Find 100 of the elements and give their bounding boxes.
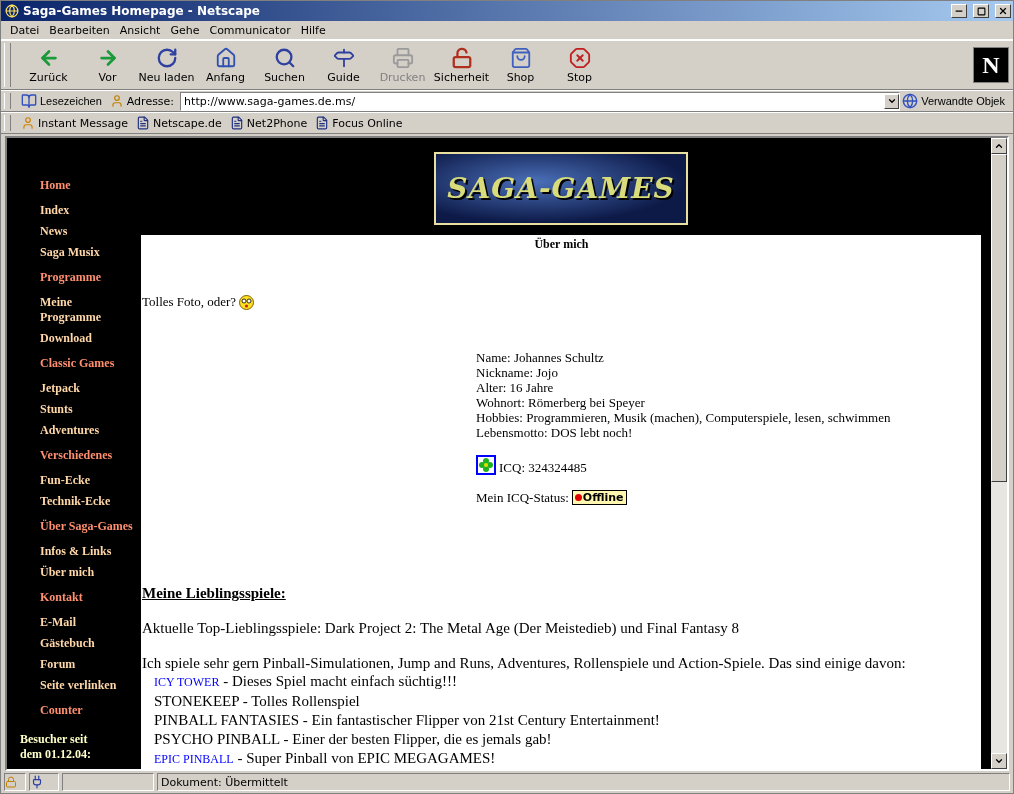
- nav-link[interactable]: Stunts: [40, 402, 136, 417]
- menu-item[interactable]: Hilfe: [295, 23, 331, 37]
- section-heading: Meine Lieblingsspiele:: [142, 585, 287, 602]
- game-link[interactable]: ICY TOWER: [154, 675, 220, 689]
- caret-icon: [886, 96, 897, 106]
- maximize-button[interactable]: [973, 4, 989, 18]
- signpost-icon: [332, 46, 355, 69]
- toolbar-button[interactable]: Sicherheit: [432, 46, 491, 84]
- netscape-logo: N: [973, 47, 1009, 83]
- game-entry: EPIC PINBALL - Super Pinball von EPIC MEGAGAMES!: [154, 749, 497, 768]
- nav-link[interactable]: Gästebuch: [40, 636, 136, 651]
- search-icon: [273, 46, 296, 69]
- scroll-thumb[interactable]: [991, 154, 1007, 482]
- reload-icon: [155, 46, 178, 69]
- bookmarks-button[interactable]: Lesezeichen: [19, 93, 110, 109]
- profile-line: Nickname: Jojo: [476, 365, 559, 380]
- nav-link[interactable]: Classic Games: [40, 352, 136, 375]
- toolbar-button[interactable]: Suchen: [255, 46, 314, 84]
- menu-item[interactable]: Gehe: [165, 23, 205, 37]
- profile-line: Wohnort: Römerberg bei Speyer: [476, 395, 646, 410]
- nav-link[interactable]: News: [40, 224, 136, 239]
- status-text: Dokument: Übermittelt: [160, 775, 288, 789]
- toolbar-button[interactable]: Shop: [491, 46, 550, 84]
- photo-caption: Tolles Foto, oder?: [142, 294, 237, 310]
- bookmark-button[interactable]: Netscape.de: [134, 116, 228, 130]
- shopping-bag-icon: [509, 46, 532, 69]
- profile-line: Name: Johannes Schultz: [476, 350, 605, 365]
- printer-icon: [391, 46, 414, 69]
- visitor-counter-label: Besucher seit dem 01.12.04:: [20, 732, 92, 762]
- nav-link[interactable]: Fun-Ecke: [40, 473, 136, 488]
- icq-number: ICQ: 324324485: [499, 460, 587, 475]
- smiley-icon: [239, 294, 255, 310]
- person-icon: [21, 116, 35, 130]
- paragraph: Aktuelle Top-Lieblingsspiele: Dark Project 2: The Metal Age (Der Meistedieb) und Final Fantasy 8: [142, 620, 741, 637]
- toolbar-button[interactable]: Stop: [550, 46, 609, 84]
- dropdown-button[interactable]: [884, 93, 900, 109]
- nav-link[interactable]: Saga Musix: [40, 245, 136, 260]
- open-padlock-icon: [450, 46, 473, 69]
- nav-link[interactable]: Infos & Links: [40, 544, 136, 559]
- nav-link[interactable]: Home: [40, 174, 136, 197]
- nav-link[interactable]: Jetpack: [40, 381, 136, 396]
- toolbar-button[interactable]: Neu laden: [137, 46, 196, 84]
- page-icon: [315, 116, 330, 130]
- book-icon: [21, 93, 37, 109]
- nav-link[interactable]: Über Saga-Games: [40, 515, 136, 538]
- nav-link[interactable]: Seite verlinken: [40, 678, 136, 693]
- netscape-app-icon: [5, 4, 19, 18]
- toolbar-grip[interactable]: [4, 93, 11, 109]
- bookmark-button[interactable]: Net2Phone: [227, 116, 314, 130]
- related-button[interactable]: Verwandte Objek: [900, 93, 1013, 109]
- nav-link[interactable]: Forum: [40, 657, 136, 672]
- game-link[interactable]: EPIC PINBALL: [154, 752, 234, 766]
- close-button[interactable]: [995, 4, 1011, 18]
- nav-link[interactable]: Counter: [40, 699, 136, 722]
- menu-item[interactable]: Communicator: [204, 23, 296, 37]
- scroll-up-button[interactable]: [991, 138, 1007, 154]
- game-entry: PSYCHO PINBALL - Einer der besten Flipper, die es jemals gab!: [154, 730, 553, 749]
- stop-icon: [568, 46, 591, 69]
- nav-link[interactable]: Index: [40, 203, 136, 218]
- connection-icon[interactable]: [30, 775, 44, 789]
- address-field[interactable]: http://www.saga-games.de.ms/: [180, 91, 901, 111]
- nav-link[interactable]: Kontakt: [40, 586, 136, 609]
- toolbar-button[interactable]: Vor: [78, 46, 137, 84]
- home-icon: [214, 46, 237, 69]
- nav-link[interactable]: Technik-Ecke: [40, 494, 136, 509]
- menu-item[interactable]: Ansicht: [114, 23, 166, 37]
- toolbar-grip[interactable]: [4, 115, 11, 131]
- nav-link[interactable]: Download: [40, 331, 136, 346]
- flower-icon[interactable]: [476, 455, 496, 475]
- scroll-down-button[interactable]: [991, 753, 1007, 769]
- menu-item[interactable]: Datei: [5, 23, 45, 37]
- bookmark-button[interactable]: Instant Message: [19, 116, 134, 130]
- paragraph: Ich spiele sehr gern Pinball-Simulationen, Jump and Runs, Adventures, Rollenspiele und Action-Spiele. Das sind einige davon:: [142, 655, 907, 672]
- globe-icon: [902, 93, 919, 109]
- nav-link[interactable]: Über mich: [40, 565, 136, 580]
- page-icon: [229, 116, 244, 130]
- window-title: Saga-Games Homepage - Netscape: [23, 4, 261, 18]
- icq-status-label: Mein ICQ-Status:: [476, 490, 569, 505]
- game-entry: STONEKEEP - Tolles Rollenspiel: [154, 692, 361, 711]
- address-label: Adresse:: [126, 94, 175, 108]
- site-logo: SAGA-GAMES: [434, 152, 688, 225]
- maximize-icon: [976, 6, 986, 16]
- profile-line: Hobbies: Programmieren, Musik (machen), Computerspiele, lesen, schwimmen: [476, 410, 892, 425]
- page-icon: [136, 116, 150, 130]
- toolbar-button[interactable]: Zurück: [19, 46, 78, 84]
- bookmark-button[interactable]: Focus Online: [313, 116, 409, 130]
- toolbar-grip[interactable]: [4, 43, 11, 87]
- nav-link[interactable]: Adventures: [40, 423, 136, 438]
- toolbar-button[interactable]: Guide: [314, 46, 373, 84]
- menu-item[interactable]: Bearbeiten: [44, 23, 115, 37]
- vertical-scrollbar[interactable]: [991, 138, 1007, 769]
- minimize-button[interactable]: [951, 4, 967, 18]
- nav-link[interactable]: Programme: [40, 266, 136, 289]
- toolbar-button[interactable]: Anfang: [196, 46, 255, 84]
- close-icon: [998, 6, 1008, 16]
- status-badge: Offline: [571, 490, 627, 505]
- nav-link[interactable]: Meine Programme: [40, 295, 136, 325]
- person-icon: [109, 94, 124, 108]
- nav-link[interactable]: E-Mail: [40, 615, 136, 630]
- nav-link[interactable]: Verschiedenes: [40, 444, 136, 467]
